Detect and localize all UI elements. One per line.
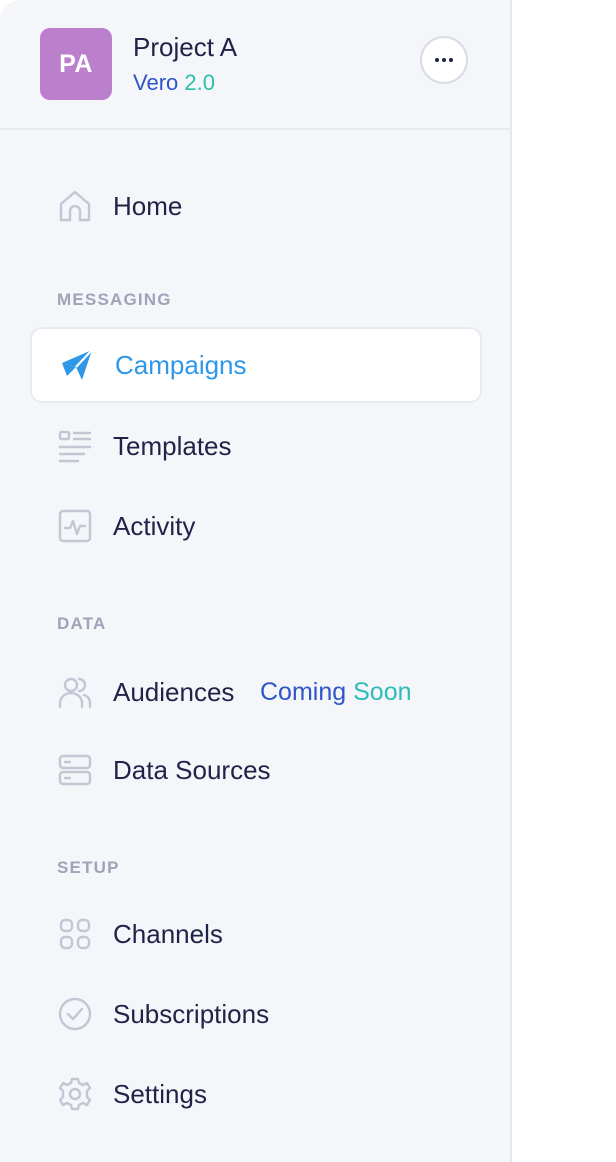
paper-plane-icon: [62, 349, 93, 380]
channels-grid-icon: [59, 918, 91, 950]
sidebar-item-label: Subscriptions: [113, 998, 270, 1029]
sidebar: PA Project A Vero 2.0 Home MESSAGING Cam…: [0, 0, 512, 1162]
project-name[interactable]: Project A: [133, 32, 237, 63]
product-name: Vero: [133, 70, 179, 95]
sidebar-item-channels[interactable]: Channels: [30, 896, 482, 972]
sidebar-item-label: Audiences: [113, 676, 235, 707]
gear-icon: [58, 1077, 92, 1111]
section-title-messaging: MESSAGING: [57, 290, 172, 309]
main-content: [512, 0, 616, 1162]
template-list-icon: [58, 430, 92, 463]
sidebar-item-label: Data Sources: [113, 754, 271, 785]
sidebar-item-label: Campaigns: [115, 349, 247, 380]
sidebar-item-data-sources[interactable]: Data Sources: [30, 732, 482, 808]
activity-pulse-icon: [58, 509, 92, 543]
version-number: 2.0: [184, 70, 215, 95]
project-header: PA Project A Vero 2.0: [0, 0, 510, 130]
sidebar-item-label: Templates: [113, 430, 232, 461]
users-icon: [58, 677, 92, 709]
sidebar-item-label: Activity: [113, 510, 196, 541]
section-title-data: DATA: [57, 614, 107, 633]
more-options-button[interactable]: [420, 36, 468, 84]
sidebar-item-settings[interactable]: Settings: [30, 1056, 482, 1132]
home-icon: [59, 190, 91, 222]
sidebar-item-home[interactable]: Home: [30, 168, 482, 244]
sidebar-item-subscriptions[interactable]: Subscriptions: [30, 976, 482, 1052]
coming-soon-badge: Coming Soon: [260, 677, 412, 706]
sidebar-item-label: Home: [113, 190, 183, 221]
check-circle-icon: [58, 997, 92, 1031]
sidebar-item-audiences[interactable]: Audiences Coming Soon: [30, 654, 482, 730]
project-avatar[interactable]: PA: [40, 28, 112, 100]
ellipsis-icon: [435, 58, 453, 62]
sidebar-item-label: Settings: [113, 1078, 207, 1109]
sidebar-item-activity[interactable]: Activity: [30, 488, 482, 564]
sidebar-item-campaigns[interactable]: Campaigns: [30, 327, 482, 403]
product-version: Vero 2.0: [133, 70, 215, 96]
sidebar-item-label: Channels: [113, 918, 223, 949]
sidebar-item-templates[interactable]: Templates: [30, 408, 482, 484]
server-icon: [58, 754, 92, 786]
section-title-setup: SETUP: [57, 858, 120, 877]
